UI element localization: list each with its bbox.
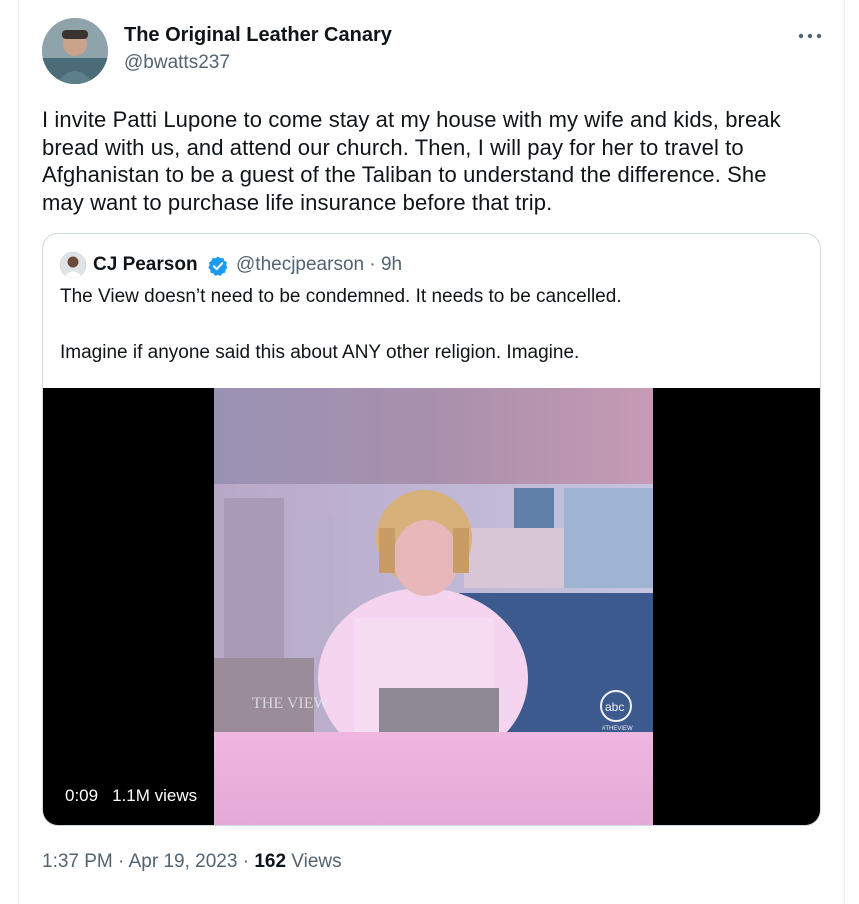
quoted-text-line-2: Imagine if anyone said this about ANY ot… — [60, 342, 580, 363]
author-avatar[interactable] — [42, 18, 108, 84]
card-left-border — [18, 0, 19, 904]
video-meta: 0:09 1.1M views — [65, 786, 211, 806]
verified-badge-icon — [208, 256, 228, 276]
quoted-text-line-1: The View doesn’t need to be condemned. I… — [60, 286, 622, 307]
quoted-tweet[interactable]: CJ Pearson @thecjpearson · 9h The View d… — [42, 233, 821, 826]
video-duration: 0:09 — [65, 786, 99, 805]
network-logo: abc — [605, 700, 624, 714]
quoted-handle-time[interactable]: @thecjpearson · 9h — [236, 254, 402, 276]
more-dots-icon — [798, 33, 822, 39]
separator: · — [242, 851, 250, 872]
separator: · — [118, 851, 125, 872]
network-hashtag: #THEVIEW — [602, 726, 633, 732]
tweet-timestamp: 1:37 PM · Apr 19, 2023 · 162 Views — [42, 851, 342, 873]
tweet-views-label: Views — [291, 851, 342, 872]
video-frame: THE VIEW abc #THEVIEW — [214, 388, 653, 825]
tweet-text: I invite Patti Lupone to come stay at my… — [42, 107, 781, 215]
card-right-border — [844, 0, 845, 904]
tweet-time[interactable]: 1:37 PM — [42, 851, 113, 872]
video-view-count: 1.1M views — [112, 786, 198, 805]
tweet-view-count: 162 — [254, 851, 287, 872]
quoted-author-name[interactable]: CJ Pearson — [93, 254, 198, 276]
author-handle[interactable]: @bwatts237 — [124, 52, 230, 74]
quoted-author-avatar[interactable] — [60, 252, 86, 278]
video-player[interactable]: THE VIEW abc #THEVIEW 0:09 1.1M views — [43, 388, 820, 825]
author-name[interactable]: The Original Leather Canary — [124, 24, 392, 47]
more-options-button[interactable] — [794, 22, 828, 50]
tweet-date[interactable]: Apr 19, 2023 — [129, 851, 238, 872]
show-watermark: THE VIEW — [252, 695, 329, 712]
